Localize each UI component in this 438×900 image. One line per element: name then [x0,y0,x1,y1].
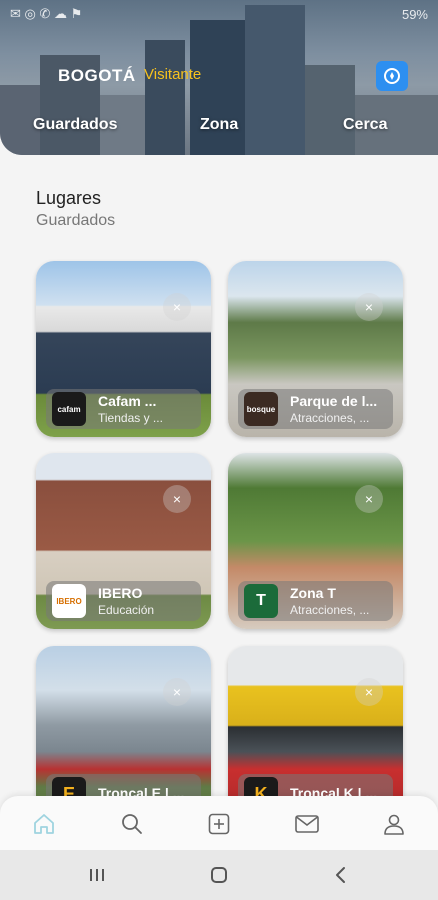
place-card-parque[interactable]: × bosque Parque de l... Atracciones, ... [228,261,403,437]
mail-icon [295,815,319,833]
compass-button[interactable] [376,61,408,91]
system-nav-bar [0,850,438,900]
place-category: Atracciones, ... [290,603,370,617]
nav-messages[interactable] [293,810,321,838]
back-icon [336,867,345,883]
remove-icon[interactable]: × [355,293,383,321]
nav-add[interactable] [205,810,233,838]
remove-icon[interactable]: × [355,678,383,706]
recent-apps-button[interactable] [85,864,109,886]
visitor-label: Visitante [144,66,202,83]
add-icon [208,813,230,835]
place-info: IBERO IBERO Educación [46,581,201,621]
notification-icons: ✉ ◎ ✆ ☁ ⚑ [10,6,83,21]
battery-level: 59% [401,6,428,22]
home-square-icon [211,867,227,883]
place-info: bosque Parque de l... Atracciones, ... [238,389,393,429]
place-category: Atracciones, ... [290,411,370,425]
header-tabs: Guardados Zona Cerca [0,116,438,140]
status-bar: ✉ ◎ ✆ ☁ ⚑ 59% [0,2,438,26]
place-logo: cafam [52,392,86,426]
remove-icon[interactable]: × [163,678,191,706]
tab-guardados[interactable]: Guardados [33,116,117,134]
search-icon [122,814,142,834]
nav-profile[interactable] [380,810,408,838]
home-system-button[interactable] [207,864,231,886]
home-icon [34,814,54,834]
remove-icon[interactable]: × [355,485,383,513]
section-subtitle: Guardados [36,212,116,229]
place-card-ibero[interactable]: × IBERO IBERO Educación [36,453,211,629]
tab-zona[interactable]: Zona [200,116,238,134]
place-name: Parque de l... [290,393,378,409]
section-title: Lugares [36,188,102,208]
skyline-building [305,65,355,155]
nav-home[interactable] [30,810,58,838]
remove-icon[interactable]: × [163,485,191,513]
place-name: Zona T [290,585,336,601]
place-name: Cafam ... [98,393,157,409]
back-button[interactable] [329,864,353,886]
recent-apps-icon [90,869,104,881]
place-name: IBERO [98,585,143,601]
tab-cerca[interactable]: Cerca [343,116,387,134]
profile-icon [384,814,404,835]
bottom-nav [0,796,438,850]
compass-icon [384,68,400,84]
remove-icon[interactable]: × [163,293,191,321]
place-info: T Zona T Atracciones, ... [238,581,393,621]
place-logo: IBERO [52,584,86,618]
place-logo: bosque [244,392,278,426]
bogota-logo[interactable]: BOGOTÁ [58,66,136,86]
place-info: cafam Cafam ... Tiendas y ... [46,389,201,429]
place-card-cafam[interactable]: × cafam Cafam ... Tiendas y ... [36,261,211,437]
place-card-zona-t[interactable]: × T Zona T Atracciones, ... [228,453,403,629]
header-banner: ✉ ◎ ✆ ☁ ⚑ 59% BOGOTÁ Visitante Guardados… [0,0,438,155]
place-category: Tiendas y ... [98,411,163,425]
place-category: Educación [98,603,155,617]
nav-search[interactable] [118,810,146,838]
place-logo: T [244,584,278,618]
